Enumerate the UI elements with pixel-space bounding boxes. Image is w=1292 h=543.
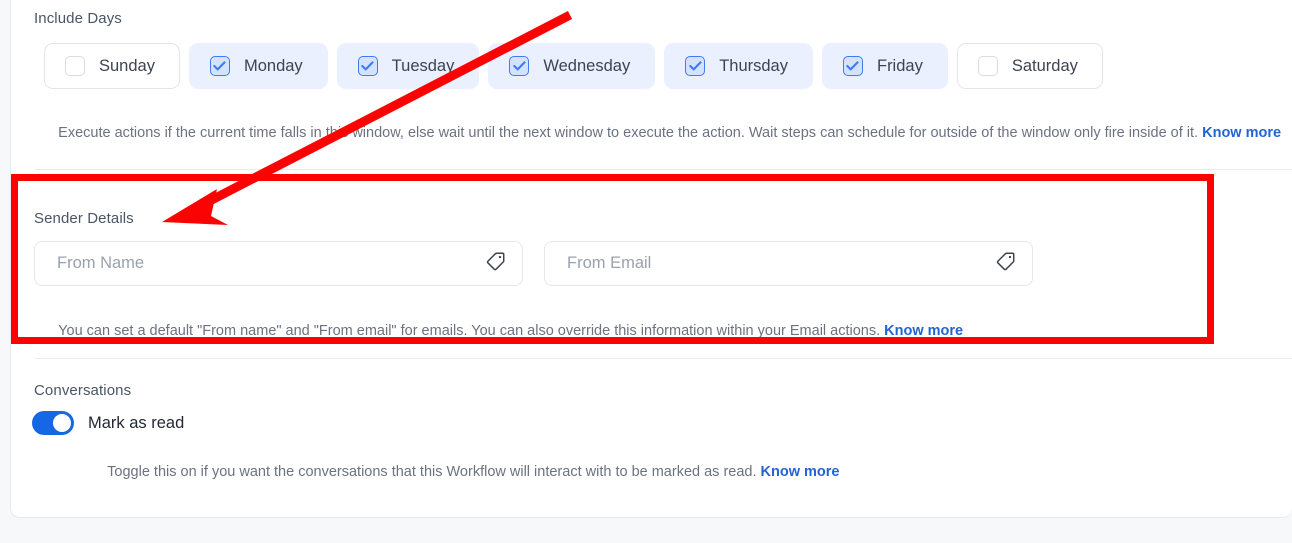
mark-as-read-row: Mark as read [32, 411, 184, 435]
day-label-tuesday: Tuesday [391, 56, 455, 75]
sender-details-helper-text: You can set a default "From name" and "F… [58, 323, 885, 339]
day-chip-thursday[interactable]: Thursday [664, 43, 813, 89]
conversations-label: Conversations [34, 382, 132, 399]
checkbox-thursday[interactable] [685, 56, 706, 76]
checkbox-tuesday[interactable] [357, 56, 378, 76]
day-label-monday: Monday [243, 56, 303, 75]
conversations-know-more-link[interactable]: Know more [761, 464, 840, 480]
checkbox-sunday[interactable] [65, 56, 85, 76]
checkbox-friday[interactable] [842, 56, 863, 76]
toggle-knob [53, 414, 71, 432]
conversations-section: Conversations Mark as read Toggle this o… [11, 359, 1292, 518]
day-chip-saturday[interactable]: Saturday [956, 43, 1103, 89]
from-email-input[interactable] [565, 253, 995, 274]
day-label-saturday: Saturday [1011, 56, 1078, 75]
include-days-section: Include Days Sunday Monday Tuesday Wedne… [11, 0, 1292, 150]
sender-details-helper: You can set a default "From name" and "F… [34, 300, 1284, 363]
checkbox-saturday[interactable] [977, 56, 998, 76]
day-chip-tuesday[interactable]: Tuesday [336, 43, 480, 89]
day-chip-monday[interactable]: Monday [188, 43, 328, 89]
conversations-helper: Toggle this on if you want the conversat… [83, 441, 1233, 504]
day-label-friday: Friday [876, 56, 923, 75]
day-label-thursday: Thursday [719, 56, 788, 75]
day-chip-wednesday[interactable]: Wednesday [488, 43, 656, 89]
day-label-sunday: Sunday [99, 56, 155, 75]
sender-details-section: Sender Details From Name From Email You … [11, 170, 1292, 339]
sender-details-fields [34, 241, 1033, 286]
include-days-know-more-link[interactable]: Know more [1202, 125, 1281, 141]
day-chip-friday[interactable]: Friday [821, 43, 948, 89]
settings-card: Include Days Sunday Monday Tuesday Wedne… [10, 0, 1292, 518]
include-days-label: Include Days [34, 10, 122, 27]
from-email-field[interactable] [544, 241, 1033, 286]
include-days-helper: Execute actions if the current time fall… [34, 102, 1292, 165]
day-chip-sunday[interactable]: Sunday [44, 43, 180, 89]
include-days-helper-text: Execute actions if the current time fall… [58, 125, 1203, 141]
from-name-input[interactable] [55, 253, 485, 274]
mark-as-read-label: Mark as read [88, 413, 185, 432]
day-label-wednesday: Wednesday [543, 56, 631, 75]
mark-as-read-toggle[interactable] [32, 411, 74, 435]
from-name-field[interactable] [34, 241, 523, 286]
sender-details-label: Sender Details [34, 210, 134, 227]
tag-icon[interactable] [995, 251, 1016, 277]
checkbox-wednesday[interactable] [509, 56, 530, 76]
sender-details-know-more-link[interactable]: Know more [884, 323, 963, 339]
conversations-helper-text: Toggle this on if you want the conversat… [107, 464, 761, 480]
checkbox-monday[interactable] [209, 56, 230, 76]
tag-icon[interactable] [485, 251, 506, 277]
include-days-chip-group: Sunday Monday Tuesday Wednesday Thursday… [44, 43, 1103, 89]
